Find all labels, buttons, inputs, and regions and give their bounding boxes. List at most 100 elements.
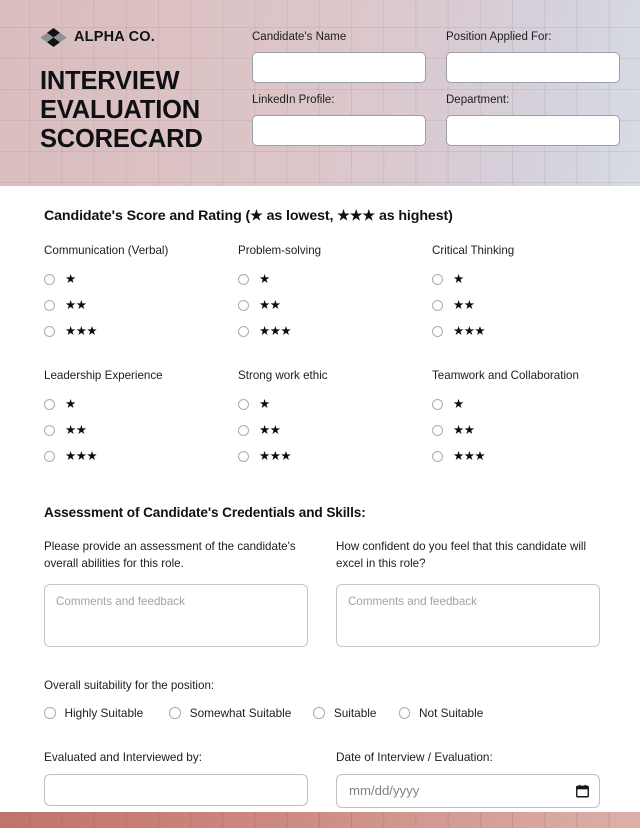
rating-category-label: Leadership Experience (44, 368, 163, 382)
position-applied-for-label: Position Applied For: (446, 31, 552, 43)
date-block: Date of Interview / Evaluation: mm/dd/yy… (336, 750, 600, 808)
evaluator-input[interactable] (44, 773, 308, 806)
rating-option-1-star[interactable]: ★ (238, 395, 432, 414)
rating-option-2-star[interactable]: ★★ (238, 296, 432, 315)
linkedin-profile-input[interactable] (252, 114, 426, 146)
rating-category-work-ethic: Strong work ethic ★ ★★ ★★★ (238, 369, 432, 466)
field-group-department: Department: (446, 94, 620, 146)
candidate-name-input[interactable] (252, 51, 426, 83)
candidate-name-label: Candidate's Name (252, 31, 347, 43)
rating-section-heading: Candidate's Score and Rating (★ as lowes… (44, 208, 453, 224)
assessment-prompt-label: Please provide an assessment of the cand… (44, 539, 296, 570)
rating-option-2-star[interactable]: ★★ (238, 421, 432, 440)
radio-icon[interactable] (44, 273, 55, 285)
suitability-option-highly-suitable[interactable]: Highly Suitable (44, 706, 143, 720)
linkedin-profile-label: LinkedIn Profile: (252, 93, 335, 106)
rating-stars-label: ★ (65, 397, 76, 412)
rating-category-critical-thinking: Critical Thinking ★ ★★ ★★★ (432, 244, 600, 341)
rating-stars-label: ★★★ (453, 449, 486, 464)
rating-option-3-star[interactable]: ★★★ (432, 322, 600, 341)
position-applied-for-input[interactable] (446, 51, 620, 83)
confidence-textarea[interactable] (336, 583, 600, 647)
page-header: ALPHA CO. INTERVIEW EVALUATION SCORECARD… (0, 0, 640, 186)
calendar-icon[interactable] (576, 784, 589, 798)
assessment-block-overall-abilities: Please provide an assessment of the cand… (44, 539, 308, 652)
assessment-prompt-label: How confident do you feel that this cand… (336, 539, 587, 570)
rating-option-1-star[interactable]: ★ (432, 395, 600, 414)
page-title-line-3: SCORECARD (40, 124, 203, 153)
date-label: Date of Interview / Evaluation: (336, 749, 493, 764)
rating-stars-label: ★★ (65, 298, 87, 313)
rating-option-2-star[interactable]: ★★ (432, 296, 600, 315)
rating-stars-label: ★★ (259, 298, 281, 313)
radio-icon[interactable] (44, 450, 55, 462)
rating-category-problem-solving: Problem-solving ★ ★★ ★★★ (238, 244, 432, 341)
suitability-option-not-suitable[interactable]: Not Suitable (398, 706, 483, 720)
rating-stars-label: ★ (259, 397, 270, 412)
radio-icon[interactable] (238, 398, 249, 410)
radio-icon[interactable] (44, 398, 55, 410)
department-label: Department: (446, 93, 510, 106)
rating-option-3-star[interactable]: ★★★ (432, 447, 600, 466)
rating-category-leadership: Leadership Experience ★ ★★ ★★★ (44, 369, 238, 466)
radio-icon[interactable] (44, 299, 55, 311)
rating-stars-label: ★★★ (65, 449, 98, 464)
rating-option-1-star[interactable]: ★ (44, 270, 238, 289)
radio-icon[interactable] (313, 707, 325, 719)
signature-grid: Evaluated and Interviewed by: Date of In… (44, 750, 600, 808)
evaluator-block: Evaluated and Interviewed by: (44, 750, 308, 808)
footer-grid-pattern (0, 812, 640, 828)
rating-option-3-star[interactable]: ★★★ (238, 322, 432, 341)
suitability-options: Highly Suitable Somewhat Suitable Suitab… (44, 706, 600, 720)
field-group-position: Position Applied For: (446, 31, 620, 83)
radio-icon[interactable] (432, 299, 443, 311)
department-input[interactable] (446, 114, 620, 146)
suitability-option-somewhat-suitable[interactable]: Somewhat Suitable (169, 706, 291, 720)
date-input-wrapper: mm/dd/yyyy (336, 773, 600, 808)
rating-category-label: Problem-solving (238, 244, 322, 257)
rating-option-1-star[interactable]: ★ (44, 395, 238, 414)
radio-icon[interactable] (398, 707, 410, 719)
radio-icon[interactable] (44, 707, 56, 719)
suitability-option-suitable[interactable]: Suitable (313, 706, 377, 720)
radio-icon[interactable] (44, 424, 55, 436)
rating-category-label: Communication (Verbal) (44, 244, 169, 257)
branding-block: ALPHA CO. INTERVIEW EVALUATION SCORECARD (40, 26, 252, 186)
radio-icon[interactable] (432, 398, 443, 410)
rating-grid: Communication (Verbal) ★ ★★ ★★★ Problem-… (44, 244, 600, 466)
rating-option-3-star[interactable]: ★★★ (44, 322, 238, 341)
radio-icon[interactable] (432, 450, 443, 462)
assessment-section-heading: Assessment of Candidate's Credentials an… (44, 504, 366, 520)
radio-icon[interactable] (432, 325, 443, 337)
assessment-grid: Please provide an assessment of the cand… (44, 539, 600, 652)
overall-abilities-textarea[interactable] (44, 583, 308, 647)
rating-stars-label: ★ (65, 272, 76, 287)
page-footer-bar (0, 812, 640, 828)
radio-icon[interactable] (238, 325, 249, 337)
rating-option-3-star[interactable]: ★★★ (44, 447, 238, 466)
rating-stars-label: ★★ (453, 298, 475, 313)
rating-option-2-star[interactable]: ★★ (432, 421, 600, 440)
suitability-option-label: Somewhat Suitable (189, 705, 292, 720)
radio-icon[interactable] (432, 424, 443, 436)
radio-icon[interactable] (238, 299, 249, 311)
rating-stars-label: ★ (453, 272, 464, 287)
rating-option-1-star[interactable]: ★ (432, 270, 600, 289)
rating-category-label: Strong work ethic (238, 368, 328, 382)
radio-icon[interactable] (238, 450, 249, 462)
rating-stars-label: ★★ (259, 423, 281, 438)
assessment-block-confidence: How confident do you feel that this cand… (336, 539, 600, 652)
rating-option-3-star[interactable]: ★★★ (238, 447, 432, 466)
date-input[interactable]: mm/dd/yyyy (336, 773, 600, 808)
rating-option-2-star[interactable]: ★★ (44, 296, 238, 315)
rating-option-1-star[interactable]: ★ (238, 270, 432, 289)
radio-icon[interactable] (44, 325, 55, 337)
radio-icon[interactable] (238, 424, 249, 436)
rating-stars-label: ★ (453, 397, 464, 412)
rating-option-2-star[interactable]: ★★ (44, 421, 238, 440)
radio-icon[interactable] (238, 273, 249, 285)
radio-icon[interactable] (169, 707, 181, 719)
page-title: INTERVIEW EVALUATION SCORECARD (40, 67, 252, 153)
radio-icon[interactable] (432, 273, 443, 285)
page-title-line-1: INTERVIEW (40, 67, 180, 95)
